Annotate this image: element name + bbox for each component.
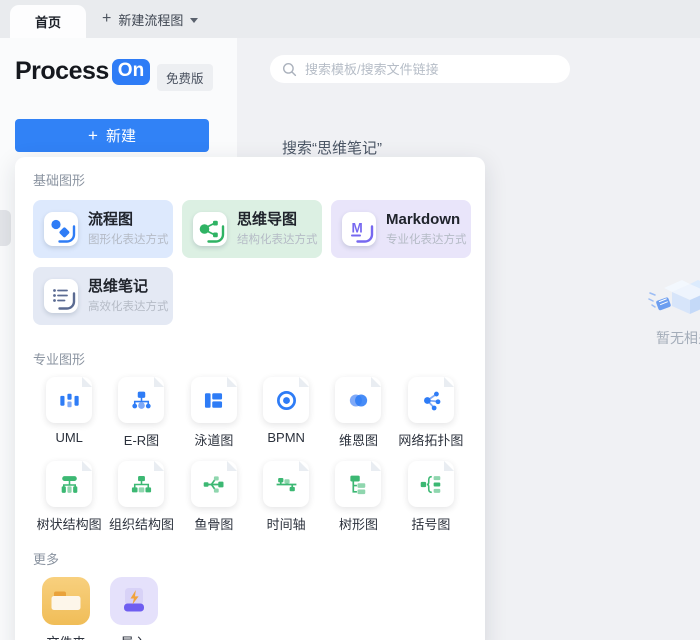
card-mindmap[interactable]: 思维导图 结构化表达方式 <box>182 200 322 258</box>
import-icon <box>110 577 158 625</box>
empty-box-icon <box>648 266 700 324</box>
plan-badge: 免费版 <box>157 64 213 91</box>
pro-item-label: 鱼骨图 <box>194 514 233 533</box>
pro-item-label: 组织结构图 <box>109 514 174 533</box>
pro-item-bracket[interactable]: 括号图 <box>395 461 467 533</box>
processon-logo[interactable]: Process On <box>15 57 150 86</box>
bracket-icon <box>408 461 454 507</box>
pro-item-label: 泳道图 <box>194 430 233 449</box>
new-button[interactable]: + 新建 <box>15 119 209 152</box>
tab-home-label: 首页 <box>35 12 61 31</box>
tree-structure-icon <box>46 461 92 507</box>
pro-item-network-topology[interactable]: 网络拓扑图 <box>395 377 467 449</box>
search-input[interactable] <box>305 62 558 77</box>
mindnote-icon <box>44 279 78 313</box>
more-item-folder[interactable]: 文件夹 <box>42 577 90 640</box>
new-menu-panel: 基础图形 流程图 图形化表达方式 <box>15 157 485 640</box>
card-title: 思维导图 <box>237 211 318 229</box>
venn-icon <box>335 377 381 423</box>
uml-icon <box>46 377 92 423</box>
pro-item-swimlane[interactable]: 泳道图 <box>178 377 250 449</box>
window-tab-bar: 首页 + 新建流程图 <box>0 0 700 38</box>
bpmn-icon <box>263 377 309 423</box>
tree-diagram-icon <box>335 461 381 507</box>
pro-item-er-diagram[interactable]: E-R图 <box>105 377 177 449</box>
pro-item-org-chart[interactable]: 组织结构图 <box>105 461 177 533</box>
more-item-import[interactable]: 导入 <box>110 577 158 640</box>
swimlane-icon <box>191 377 237 423</box>
search-bar[interactable] <box>270 55 570 83</box>
pro-item-label: UML <box>55 430 82 445</box>
chevron-down-icon <box>190 18 198 23</box>
pro-item-label: 树形图 <box>339 514 378 533</box>
logo-text: Process <box>15 57 109 86</box>
svg-text:M: M <box>352 221 363 236</box>
card-markdown[interactable]: M Markdown 专业化表达方式 <box>331 200 471 258</box>
network-topology-icon <box>408 377 454 423</box>
pro-item-label: E-R图 <box>124 430 159 449</box>
tab-new-flowchart-label: 新建流程图 <box>118 10 183 29</box>
tab-new-flowchart[interactable]: + 新建流程图 <box>102 0 198 38</box>
card-title: Markdown <box>386 211 467 229</box>
basic-section-label: 基础图形 <box>33 170 467 189</box>
more-row: 文件夹 导入 <box>42 577 467 640</box>
pro-item-venn[interactable]: 维恩图 <box>322 377 394 449</box>
logo-accent-badge: On <box>112 59 150 85</box>
markdown-icon: M <box>342 212 376 246</box>
search-icon <box>282 62 297 77</box>
more-item-label: 导入 <box>121 632 147 640</box>
pro-item-label: 树状结构图 <box>37 514 102 533</box>
empty-state: 暂无相关内容 <box>648 266 700 348</box>
pro-item-label: 维恩图 <box>339 430 378 449</box>
plus-icon: + <box>102 11 111 27</box>
pro-item-label: 网络拓扑图 <box>398 430 463 449</box>
timeline-icon <box>263 461 309 507</box>
org-chart-icon <box>118 461 164 507</box>
pro-item-label: 时间轴 <box>267 514 306 533</box>
fishbone-icon <box>191 461 237 507</box>
basic-cards-row-2: 思维笔记 高效化表达方式 <box>33 267 173 325</box>
new-button-label: 新建 <box>106 125 136 146</box>
card-title: 思维笔记 <box>88 278 169 296</box>
card-subtitle: 结构化表达方式 <box>237 231 318 247</box>
er-diagram-icon <box>118 377 164 423</box>
card-flowchart[interactable]: 流程图 图形化表达方式 <box>33 200 173 258</box>
basic-cards-row: 流程图 图形化表达方式 思维导图 结构化表达方式 <box>33 200 467 258</box>
more-item-label: 文件夹 <box>46 632 85 640</box>
tab-home[interactable]: 首页 <box>10 5 86 38</box>
pro-item-timeline[interactable]: 时间轴 <box>250 461 322 533</box>
flowchart-icon <box>44 212 78 246</box>
card-subtitle: 高效化表达方式 <box>88 298 169 314</box>
pro-item-tree-diagram[interactable]: 树形图 <box>322 461 394 533</box>
pro-shapes-grid: UML E-R图 泳道图 <box>33 377 467 533</box>
pro-item-fishbone[interactable]: 鱼骨图 <box>178 461 250 533</box>
card-subtitle: 专业化表达方式 <box>386 231 467 247</box>
card-subtitle: 图形化表达方式 <box>88 231 169 247</box>
card-title: 流程图 <box>88 211 169 229</box>
pro-item-uml[interactable]: UML <box>33 377 105 449</box>
pro-item-label: 括号图 <box>411 514 450 533</box>
mindmap-icon <box>193 212 227 246</box>
folder-icon <box>42 577 90 625</box>
sidebar-item-partial <box>0 210 11 246</box>
search-suggestion-text: 搜索“思维笔记” <box>282 137 382 158</box>
pro-item-bpmn[interactable]: BPMN <box>250 377 322 449</box>
pro-item-tree-structure[interactable]: 树状结构图 <box>33 461 105 533</box>
more-section-label: 更多 <box>33 549 467 568</box>
plus-icon: + <box>88 127 98 144</box>
pro-item-label: BPMN <box>267 430 305 445</box>
card-mindnote[interactable]: 思维笔记 高效化表达方式 <box>33 267 173 325</box>
empty-state-text: 暂无相关内容 <box>656 328 700 348</box>
pro-section-label: 专业图形 <box>33 349 467 368</box>
